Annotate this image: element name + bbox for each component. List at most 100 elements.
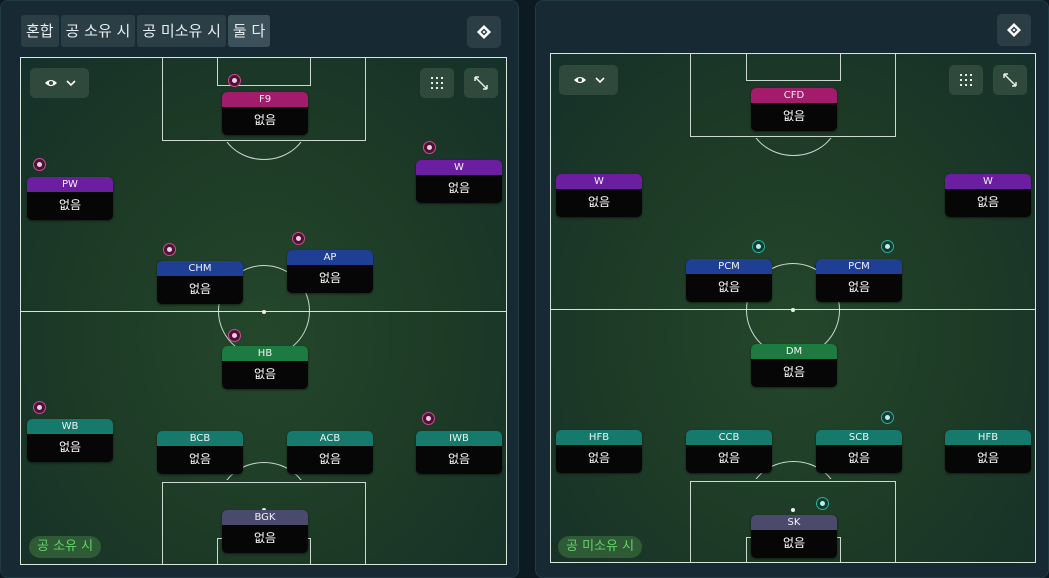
position-card-pcm-left[interactable]: PCM 없음: [686, 259, 772, 302]
position-card-f9[interactable]: F9 없음: [222, 92, 308, 135]
visibility-dropdown[interactable]: [559, 65, 618, 95]
player-slot: 없음: [253, 113, 277, 127]
position-role: DM: [751, 344, 837, 359]
pitch-in-possession: F9 없음 PW 없음 W 없음 CHM 없음 AP 없음 HB 없음 WB 없…: [20, 57, 507, 565]
instruction-marker[interactable]: [33, 401, 46, 414]
tab-out-of-possession[interactable]: 공 미소유 시: [137, 15, 226, 47]
player-slot: 없음: [587, 451, 611, 465]
instruction-marker[interactable]: [881, 411, 894, 424]
tab-in-possession[interactable]: 공 소유 시: [60, 15, 136, 47]
player-slot: 없음: [782, 365, 806, 379]
position-card-scb[interactable]: SCB 없음: [816, 430, 902, 473]
instruction-marker[interactable]: [228, 329, 241, 342]
player-slot: 없음: [717, 280, 741, 294]
player-slot: 없음: [58, 198, 82, 212]
player-slot: 없음: [188, 452, 212, 466]
position-role: BCB: [157, 431, 243, 446]
expand-icon: [1003, 73, 1017, 87]
player-slot: 없음: [447, 181, 471, 195]
penalty-spot: [791, 508, 795, 512]
position-role: W: [556, 174, 642, 189]
centre-spot: [262, 310, 266, 314]
position-card-w-right[interactable]: W 없음: [945, 174, 1031, 217]
player-slot: 없음: [253, 531, 277, 545]
position-role: W: [945, 174, 1031, 189]
player-slot: 없음: [976, 451, 1000, 465]
eye-icon: [44, 80, 57, 86]
tab-both[interactable]: 둘 다: [227, 15, 271, 47]
phase-label: 공 미소유 시: [558, 536, 643, 558]
expand-button[interactable]: [993, 65, 1027, 95]
player-slot: 없음: [847, 280, 871, 294]
tab-mixed[interactable]: 혼합: [21, 15, 59, 47]
pitch-out-of-possession: CFD 없음 W 없음 W 없음 PCM 없음 PCM 없음 DM 없음 HFB…: [550, 53, 1036, 563]
visibility-dropdown[interactable]: [30, 68, 89, 98]
player-slot: 없음: [318, 271, 342, 285]
position-card-bcb[interactable]: BCB 없음: [157, 431, 243, 474]
phase-tabs: 혼합 공 소유 시 공 미소유 시 둘 다: [21, 15, 271, 47]
position-card-pw[interactable]: PW 없음: [27, 177, 113, 220]
eye-icon: [573, 77, 586, 83]
position-role: WB: [27, 419, 113, 434]
position-card-sk[interactable]: SK 없음: [751, 515, 837, 558]
position-role: PW: [27, 177, 113, 192]
position-role: CFD: [751, 88, 837, 103]
position-role: PCM: [686, 259, 772, 274]
position-card-dm[interactable]: DM 없음: [751, 344, 837, 387]
player-slot: 없음: [253, 367, 277, 381]
instruction-marker[interactable]: [816, 497, 829, 510]
position-role: HFB: [945, 430, 1031, 445]
position-card-pcm-right[interactable]: PCM 없음: [816, 259, 902, 302]
dotted-grid-icon: [960, 74, 972, 86]
position-role: F9: [222, 92, 308, 107]
instruction-marker[interactable]: [292, 232, 305, 245]
position-card-hfb-left[interactable]: HFB 없음: [556, 430, 642, 473]
instruction-marker[interactable]: [881, 240, 894, 253]
phase-label: 공 소유 시: [29, 536, 102, 558]
position-card-acb[interactable]: ACB 없음: [287, 431, 373, 474]
top-goal-area: [746, 54, 841, 81]
position-card-ccb[interactable]: CCB 없음: [686, 430, 772, 473]
position-card-hfb-right[interactable]: HFB 없음: [945, 430, 1031, 473]
layout-toggle-button[interactable]: [997, 14, 1031, 46]
position-role: SK: [751, 515, 837, 530]
position-card-w[interactable]: W 없음: [416, 160, 502, 203]
player-slot: 없음: [58, 440, 82, 454]
position-role: CCB: [686, 430, 772, 445]
player-slot: 없음: [447, 452, 471, 466]
instruction-marker[interactable]: [163, 243, 176, 256]
position-role: AP: [287, 250, 373, 265]
position-role: BGK: [222, 510, 308, 525]
position-card-chm[interactable]: CHM 없음: [157, 261, 243, 304]
expand-button[interactable]: [464, 68, 498, 98]
player-slot: 없음: [847, 451, 871, 465]
player-slot: 없음: [587, 195, 611, 209]
position-card-wb[interactable]: WB 없음: [27, 419, 113, 462]
grid-view-button[interactable]: [420, 68, 454, 98]
in-possession-panel: 혼합 공 소유 시 공 미소유 시 둘 다 F9 없음 PW 없음 W 없음 C…: [0, 0, 519, 578]
position-card-hb[interactable]: HB 없음: [222, 346, 308, 389]
position-card-ap[interactable]: AP 없음: [287, 250, 373, 293]
expand-icon: [474, 76, 488, 90]
instruction-marker[interactable]: [33, 158, 46, 171]
position-card-w-left[interactable]: W 없음: [556, 174, 642, 217]
position-role: PCM: [816, 259, 902, 274]
chevron-down-icon: [594, 77, 605, 83]
instruction-marker[interactable]: [228, 74, 241, 87]
instruction-marker[interactable]: [422, 412, 435, 425]
instruction-marker[interactable]: [752, 240, 765, 253]
position-card-cfd[interactable]: CFD 없음: [751, 88, 837, 131]
position-card-iwb[interactable]: IWB 없음: [416, 431, 502, 474]
position-role: IWB: [416, 431, 502, 446]
grid-view-button[interactable]: [949, 65, 983, 95]
layout-toggle-button[interactable]: [467, 16, 501, 48]
position-card-bgk[interactable]: BGK 없음: [222, 510, 308, 553]
position-role: ACB: [287, 431, 373, 446]
diamond-arrows-icon: [477, 25, 491, 39]
player-slot: 없음: [782, 536, 806, 550]
instruction-marker[interactable]: [423, 141, 436, 154]
out-of-possession-panel: CFD 없음 W 없음 W 없음 PCM 없음 PCM 없음 DM 없음 HFB…: [535, 0, 1049, 578]
position-role: HFB: [556, 430, 642, 445]
player-slot: 없음: [976, 195, 1000, 209]
position-role: HB: [222, 346, 308, 361]
